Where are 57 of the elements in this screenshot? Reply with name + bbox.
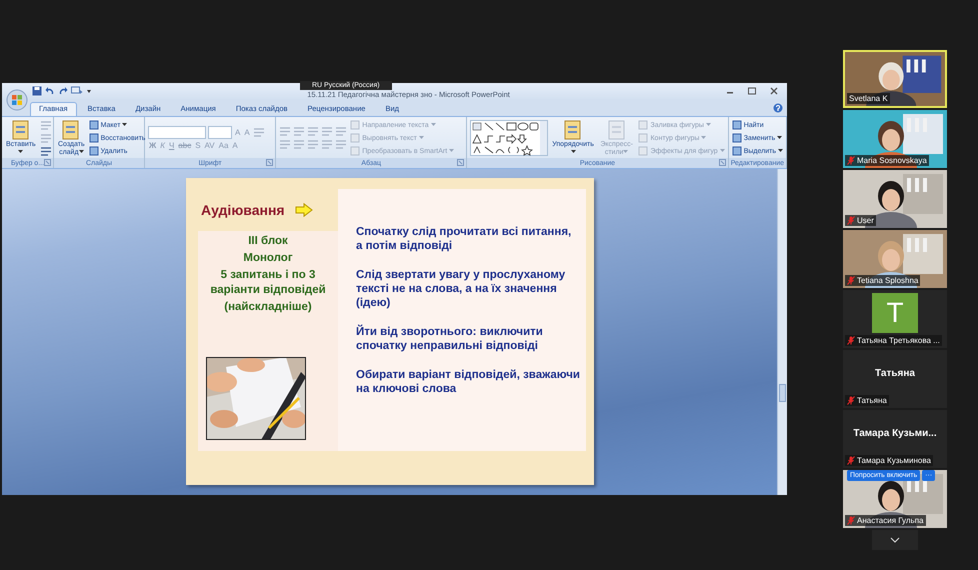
slide-text: (найскладніше) [224,300,312,315]
participant-tile[interactable]: User [843,170,947,228]
undo-icon[interactable] [45,86,55,96]
command-square-icon [638,133,648,144]
dialog-launcher-icon[interactable] [266,159,274,166]
command-square-icon [88,133,99,144]
command-square-icon [732,120,742,130]
participant-name-label: Maria Sosnovskaya [845,155,929,166]
arrow-icon [294,203,313,217]
slide-text: Спочатку слід прочитати всі питання, а потім відповіді [356,225,572,253]
participant-tile[interactable]: Тамара Кузьми... Тамара Кузьминова [843,410,947,468]
dialog-launcher-icon[interactable] [457,159,464,166]
close-icon[interactable] [769,86,780,96]
slide-text: 5 запитань і по 3 варіанти відповідей [209,268,327,298]
font-field[interactable] [208,126,232,140]
slide-text: Обирати варіант відповідей, зважаючи на ключові слова [356,368,580,396]
scroll-down-button[interactable] [872,530,918,550]
save-icon[interactable] [32,86,42,96]
command-square-icon [88,146,99,156]
participant-display-name: Татьяна [875,368,915,378]
participant-tile[interactable]: Татьяна Татьяна [843,350,947,408]
participant-tile[interactable]: Maria Sosnovskaya [843,110,947,168]
participant-name-label: Татьяна Третьякова ... [845,335,942,346]
participant-name-label: Tetiana Sploshna [845,275,920,286]
participant-tile[interactable]: Svetlana K [843,50,947,108]
participant-display-name: Тамара Кузьми... [853,428,937,438]
command-square-icon [732,133,742,144]
command-square-icon [638,146,648,156]
dialog-launcher-icon[interactable] [44,159,51,166]
lines-icon[interactable] [40,146,52,157]
command-square-icon [732,146,742,156]
slide-text: Слід звертати увагу у прослуханому тексті не на слова, а на їх значення (ідею) [356,268,566,310]
help-icon[interactable] [773,102,783,113]
command-square-icon [638,120,648,130]
dialog-launcher-icon[interactable] [718,159,726,166]
command-square-icon [350,146,360,156]
participant-name-label: Татьяна [845,395,889,406]
participant-tile[interactable]: Tetiana Sploshna [843,230,947,288]
slide-text: Йти від зворотнього: виключити спочатку неправильні відповіді [356,325,544,353]
chevron-down-icon [890,537,900,543]
redo-icon[interactable] [58,86,68,96]
participant-tile[interactable]: Т Татьяна Третьякова ... [843,290,947,348]
shapes-gallery-drawing[interactable] [470,120,548,156]
command-square-icon [350,133,360,144]
avatar: Т [872,293,918,333]
slide-heading: Аудіювання [201,202,285,218]
font-field[interactable] [148,126,206,140]
participant-name-label: Svetlana K [847,93,890,104]
maximize-icon[interactable] [747,86,758,96]
participant-name-label: Анастасия Гульпа [845,515,926,526]
command-square-icon [350,120,360,130]
scrollbar[interactable] [777,169,787,495]
slide-text: Монолог [243,251,293,266]
participant-name-label: User [845,215,876,226]
command-square-icon [88,120,99,130]
slide-text: III блок [248,234,288,249]
participant-name-label: Тамара Кузьминова [845,455,933,466]
